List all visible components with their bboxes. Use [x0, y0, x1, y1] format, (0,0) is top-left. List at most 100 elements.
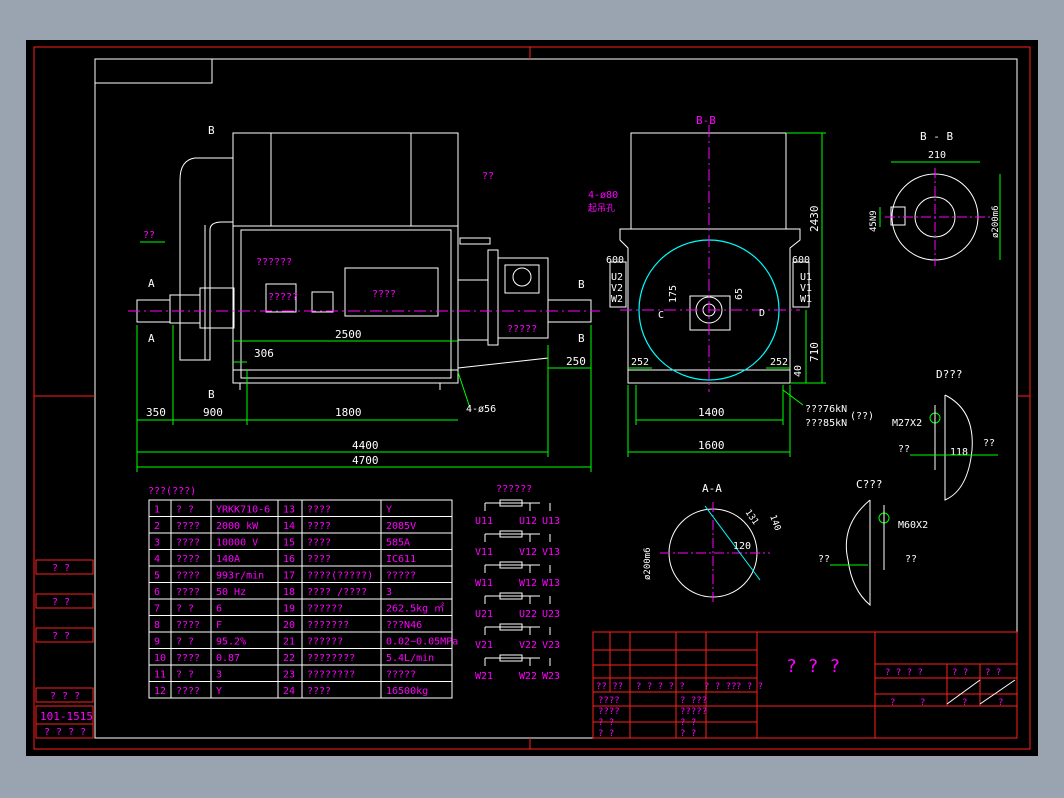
- m27-label: M27X2: [892, 418, 922, 429]
- wiring-terminal-V11: V11: [475, 547, 493, 558]
- m60-label: M60X2: [898, 520, 928, 531]
- box-b-label: ????: [372, 289, 396, 300]
- front-q-mid: ??: [482, 171, 494, 182]
- wiring-terminal-W22: W22: [519, 671, 537, 682]
- spec-cell-r8-c6: ???N46: [386, 620, 422, 631]
- spec-cell-r4-c3: 140A: [216, 554, 240, 565]
- title-right-head-2: ? ?: [952, 668, 968, 678]
- dim-600-right: 600: [792, 255, 810, 266]
- c-detail-title: C???: [856, 478, 883, 491]
- spec-cell-r5-c5: ????(?????): [307, 571, 373, 582]
- terminal-left-2: V2: [611, 283, 623, 294]
- spec-cell-r4-c5: ????: [307, 554, 331, 565]
- box-c-label: ?????: [507, 324, 537, 335]
- dim-350: 350: [146, 406, 166, 419]
- sidebar-label-4: ? ? ?: [50, 691, 80, 702]
- rev-cell-4: ? ? ?: [736, 682, 763, 692]
- spec-cell-r8-c2: ????: [176, 620, 200, 631]
- spec-cell-r10-c5: ????????: [307, 653, 355, 664]
- d-118: 118: [950, 447, 968, 458]
- title-left-1-b: ? ???: [680, 696, 707, 706]
- title-left-3-b: ? ?: [680, 718, 696, 728]
- spec-cell-r11-c5: ????????: [307, 670, 355, 681]
- spec-cell-r7-c1: 7: [154, 604, 160, 615]
- spec-cell-r3-c3: 10000 V: [216, 538, 258, 549]
- d-q2: ??: [983, 438, 995, 449]
- spec-cell-r10-c1: 10: [154, 653, 166, 664]
- wiring-terminal-U22: U22: [519, 609, 537, 620]
- spec-cell-r12-c1: 12: [154, 686, 166, 697]
- spec-cell-r12-c5: ????: [307, 686, 331, 697]
- spec-cell-r1-c1: 1: [154, 505, 160, 516]
- spec-cell-r12-c6: 16500kg: [386, 686, 428, 697]
- spec-cell-r4-c6: IC611: [386, 554, 416, 565]
- box-side-label: ??????: [256, 257, 292, 268]
- terminal-left-1: U2: [611, 272, 623, 283]
- spec-cell-r3-c1: 3: [154, 538, 160, 549]
- a-mark-top: A: [148, 277, 155, 290]
- dim-2430: 2430: [808, 206, 821, 233]
- spec-cell-r12-c3: Y: [216, 686, 222, 697]
- spec-cell-r7-c5: ??????: [307, 604, 343, 615]
- spec-cell-r5-c6: ?????: [386, 571, 416, 582]
- terminal-right-1: U1: [800, 272, 812, 283]
- spec-cell-r1-c2: ? ?: [176, 505, 194, 516]
- spec-cell-r1-c5: ????: [307, 505, 331, 516]
- spec-cell-r2-c5: ????: [307, 521, 331, 532]
- spec-cell-r3-c6: 585A: [386, 538, 410, 549]
- bb-top-label: B-B: [696, 114, 716, 127]
- hole-label-4d80: 4-ø80: [588, 190, 618, 201]
- title-right-foot-4: ?: [998, 698, 1003, 708]
- spec-cell-r1-c6: Y: [386, 505, 392, 516]
- spec-cell-r5-c1: 5: [154, 571, 160, 582]
- spec-cell-r9-c2: ? ?: [176, 637, 194, 648]
- spec-cell-r10-c3: 0.87: [216, 653, 240, 664]
- dim-4700: 4700: [352, 454, 379, 467]
- dim-120: 120: [733, 541, 751, 552]
- b-mark-bottom: B: [208, 388, 215, 401]
- spec-cell-r7-c4: 19: [283, 604, 295, 615]
- dim-2500: 2500: [335, 328, 362, 341]
- spec-cell-r9-c3: 95.2%: [216, 637, 246, 648]
- dim-210: 210: [928, 150, 946, 161]
- terminal-right-3: W1: [800, 294, 812, 305]
- wiring-terminal-U13: U13: [542, 516, 560, 527]
- spec-cell-r6-c1: 6: [154, 587, 160, 598]
- title-left-4-a: ? ?: [598, 729, 614, 739]
- title-right-head-1: ? ? ? ?: [885, 668, 923, 678]
- box-a-label: ?????: [268, 292, 298, 303]
- dim-175: 175: [668, 285, 679, 303]
- dim-1600: 1600: [698, 439, 725, 452]
- wiring-terminal-W13: W13: [542, 578, 560, 589]
- dim-200m6-aa: ø200m6: [643, 547, 653, 580]
- spec-cell-r6-c4: 18: [283, 587, 295, 598]
- spec-cell-r12-c4: 24: [283, 686, 295, 697]
- wiring-terminal-U23: U23: [542, 609, 560, 620]
- spec-cell-r6-c5: ???? /????: [307, 587, 367, 598]
- dim-252-left: 252: [631, 357, 649, 368]
- rev-cell-1: ?? ??: [596, 682, 623, 692]
- force-label-2: ???85kN: [805, 418, 847, 429]
- title-main: ? ? ?: [786, 656, 840, 677]
- wiring-title: ??????: [496, 484, 532, 495]
- title-left-1-a: ????: [598, 696, 620, 706]
- aa-section-title: A-A: [702, 482, 722, 495]
- wiring-terminal-V23: V23: [542, 640, 560, 651]
- spec-cell-r7-c6: 262.5kg ㎡: [386, 603, 444, 615]
- title-right-foot-2: ?: [920, 698, 925, 708]
- spec-cell-r9-c5: ??????: [307, 637, 343, 648]
- spec-cell-r4-c4: 16: [283, 554, 295, 565]
- wiring-terminal-W23: W23: [542, 671, 560, 682]
- title-right-foot-3: ?: [962, 698, 967, 708]
- spec-cell-r9-c1: 9: [154, 637, 160, 648]
- front-q-left: ??: [143, 230, 155, 241]
- b-right-bottom: B: [578, 332, 585, 345]
- spec-cell-r2-c6: 2085V: [386, 521, 416, 532]
- spec-table-title: ???(???): [148, 486, 196, 497]
- spec-cell-r6-c3: 50 Hz: [216, 587, 246, 598]
- dim-250: 250: [566, 355, 586, 368]
- dim-45n9: 45N9: [869, 210, 879, 232]
- force-note: (??): [850, 411, 874, 422]
- wiring-terminal-V12: V12: [519, 547, 537, 558]
- title-left-3-a: ? ?: [598, 718, 614, 728]
